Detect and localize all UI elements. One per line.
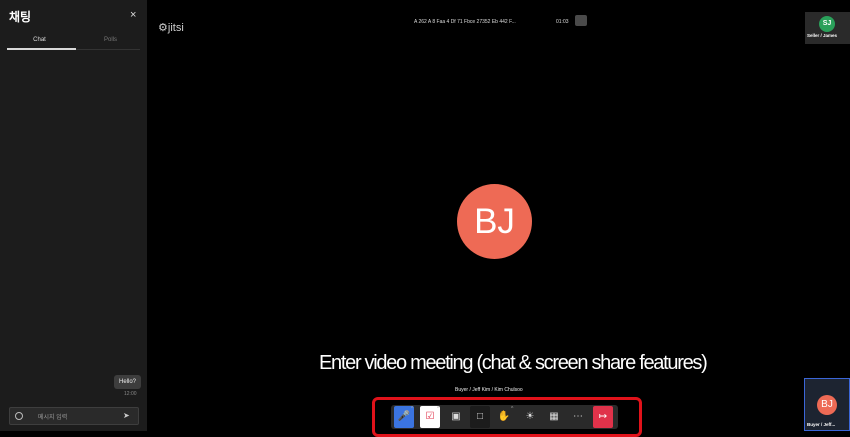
chat-title: 채팅 (9, 10, 32, 24)
dominant-speaker-name: Buyer / Jeff Kim / Kim Chulsoo (455, 387, 523, 393)
active-tab-indicator (7, 48, 76, 50)
chat-panel: 채팅 × Chat Polls Hello? 12:00 메시지 입력 ➤ (0, 0, 147, 431)
chat-message-time: 12:00 (124, 391, 137, 397)
tab-polls[interactable]: Polls (74, 37, 147, 43)
participant-name: Seller / James (807, 33, 838, 38)
jitsi-logo: ⚙jitsi (158, 22, 184, 34)
participant-name: Buyer / Jeff... (807, 422, 836, 427)
overlay-caption: Enter video meeting (chat & screen share… (319, 352, 708, 374)
avatar: SJ (819, 16, 835, 32)
chat-message: Hello? (114, 375, 142, 389)
avatar: BJ (817, 395, 837, 415)
meeting-name: A 262 A 8 Faa 4 Df 71 Fbce 27352 Eb 442 … (414, 19, 516, 25)
connection-indicator-icon[interactable] (575, 15, 587, 26)
close-chat-button[interactable]: × (130, 9, 136, 21)
toolbar-highlight-box (372, 397, 642, 437)
main-avatar: BJ (457, 184, 532, 259)
emoji-icon[interactable] (15, 412, 23, 420)
tab-chat[interactable]: Chat (3, 37, 76, 43)
chat-input-placeholder: 메시지 입력 (38, 415, 68, 421)
send-icon[interactable]: ➤ (123, 411, 130, 420)
meeting-timer: 01:03 (556, 19, 569, 25)
chat-input[interactable]: 메시지 입력 ➤ (9, 407, 139, 425)
